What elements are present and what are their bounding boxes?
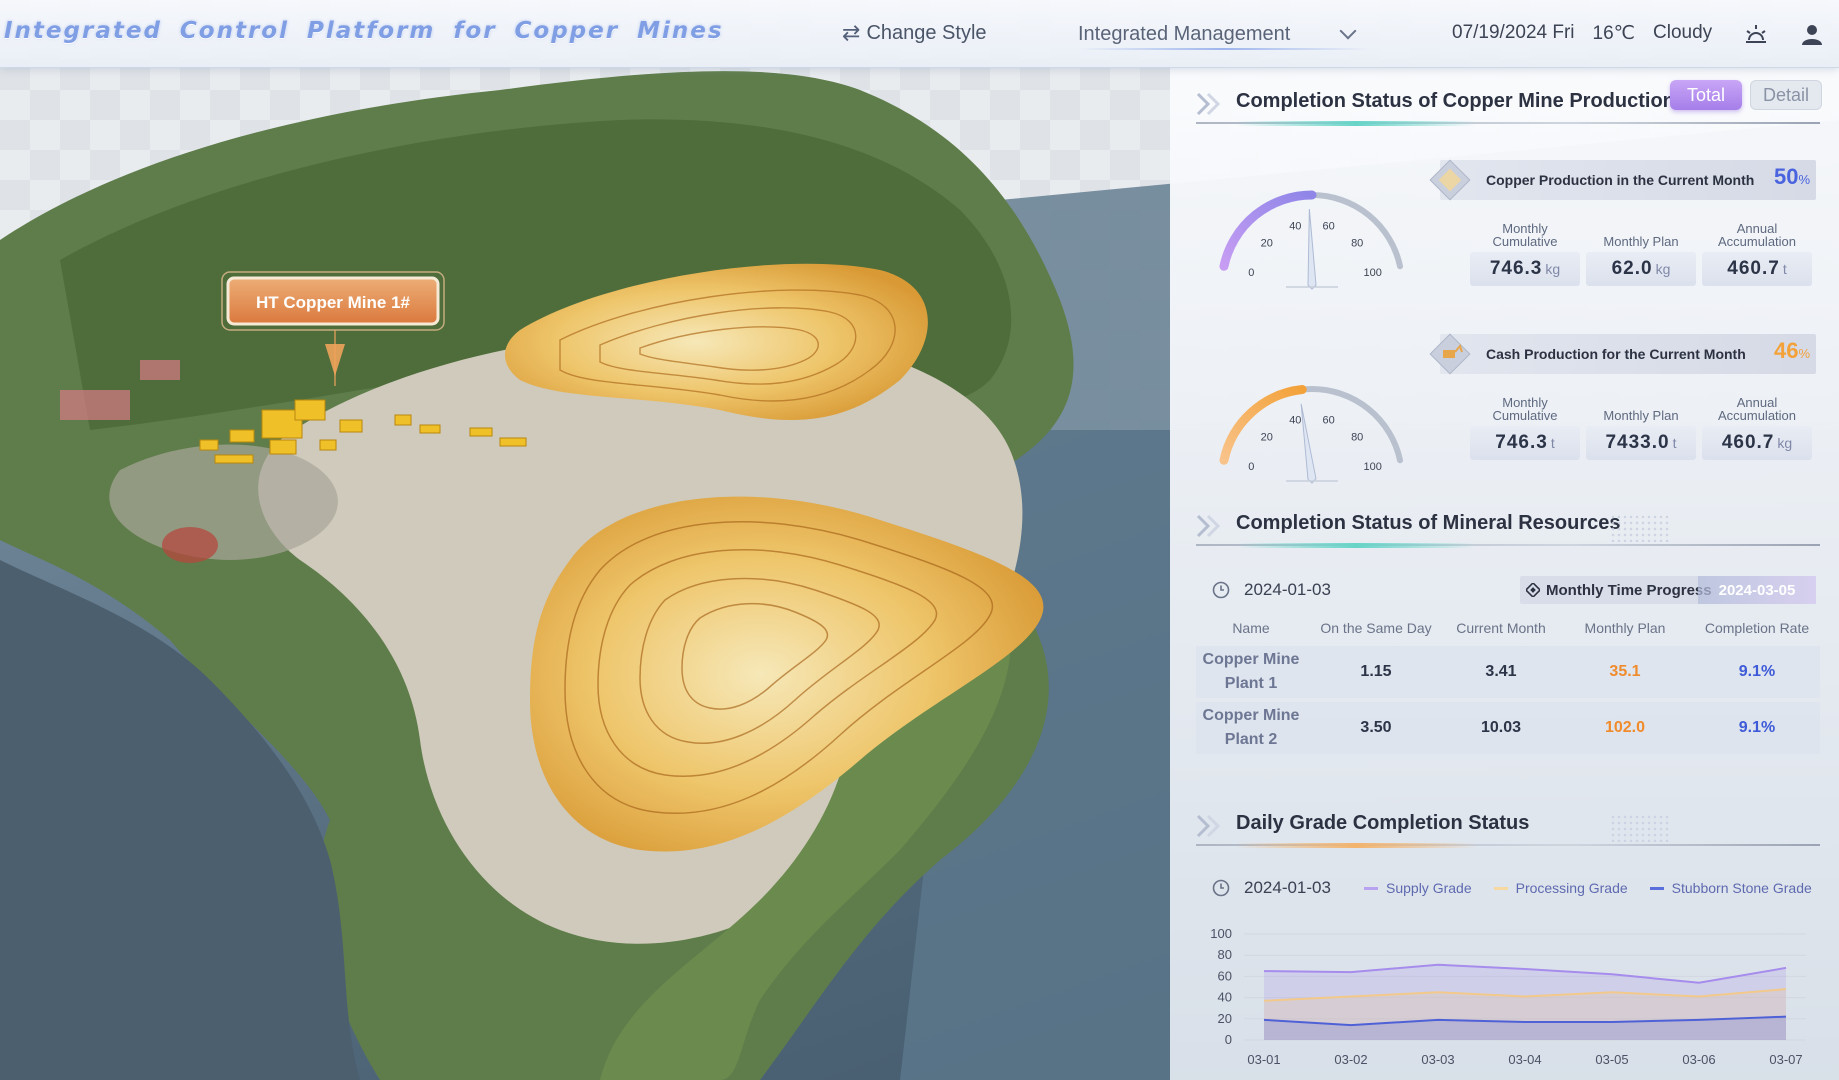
x-tick-label: 03-05 xyxy=(1595,1052,1628,1067)
table-header: Name On the Same Day Current Month Month… xyxy=(1232,620,1810,636)
copper-stat-monthly-cumulative: Monthly Cumulative 746.3 kg xyxy=(1470,220,1580,312)
copper-ore-icon xyxy=(1429,159,1471,201)
x-tick-label: 03-06 xyxy=(1682,1052,1715,1067)
excavator-icon xyxy=(1429,333,1471,375)
clock-icon xyxy=(1212,581,1230,599)
chart-legend: Supply Grade Processing Grade Stubborn S… xyxy=(1364,880,1812,896)
copper-gauge-tick: 100 xyxy=(1363,267,1381,279)
section-header-minerals: Completion Status of Mineral Resources xyxy=(1196,506,1820,548)
diamond-icon xyxy=(1526,583,1540,597)
app-title: Integrated Control Platform for Copper M… xyxy=(4,18,724,44)
x-tick-label: 03-07 xyxy=(1769,1052,1802,1067)
cash-gauge-tick: 100 xyxy=(1363,461,1381,473)
cash-gauge-tick: 0 xyxy=(1248,461,1254,473)
user-icon[interactable] xyxy=(1800,22,1824,46)
copper-metric-header: Copper Production in the Current Month 5… xyxy=(1429,159,1816,201)
datetime-weather: 07/19/2024 Fri 16℃ Cloudy xyxy=(1452,22,1712,45)
monthly-time-progress: Monthly Time Progress 2024-03-05 xyxy=(1520,576,1816,604)
clock-icon xyxy=(1212,879,1230,897)
section-title: Completion Status of Copper Mine Product… xyxy=(1236,90,1675,112)
copper-percent: 50% xyxy=(1773,164,1810,189)
cash-gauge-tick: 40 xyxy=(1289,414,1301,426)
x-tick-label: 03-02 xyxy=(1334,1052,1367,1067)
legend-item[interactable]: Supply Grade xyxy=(1364,880,1472,896)
x-tick-label: 03-03 xyxy=(1421,1052,1454,1067)
y-tick-label: 20 xyxy=(1218,1011,1232,1026)
y-tick-label: 0 xyxy=(1225,1032,1232,1047)
swap-icon: ⇄ xyxy=(842,20,861,45)
cash-gauge-tick: 20 xyxy=(1261,432,1273,444)
top-bar: Integrated Control Platform for Copper M… xyxy=(0,0,1839,68)
cash-stat-monthly-plan: Monthly Plan 7433.0 t xyxy=(1586,394,1696,486)
cash-percent: 46% xyxy=(1773,338,1810,363)
copper-stat-monthly-plan: Monthly Plan 62.0 kg xyxy=(1586,220,1696,312)
legend-item[interactable]: Processing Grade xyxy=(1493,880,1628,896)
table-row[interactable]: Copper Mine Plant 1 1.15 3.41 35.1 9.1% xyxy=(1196,646,1820,698)
cash-stat-monthly-cumulative: Monthly Cumulative 746.3 t xyxy=(1470,394,1580,486)
copper-gauge: 0 20 40 60 80 100 xyxy=(1200,150,1420,300)
cash-metric-header: Cash Production for the Current Month 46… xyxy=(1429,333,1816,375)
table-row[interactable]: Copper Mine Plant 2 3.50 10.03 102.0 9.1… xyxy=(1196,702,1820,754)
legend-item[interactable]: Stubborn Stone Grade xyxy=(1649,880,1812,896)
toggle-total-button[interactable]: Total xyxy=(1670,80,1742,110)
current-date: 07/19/2024 Fri xyxy=(1452,22,1575,43)
x-tick-label: 03-04 xyxy=(1508,1052,1541,1067)
cash-gauge-tick: 60 xyxy=(1323,414,1335,426)
copper-gauge-tick: 60 xyxy=(1323,220,1335,232)
section-title: Daily Grade Completion Status xyxy=(1236,812,1530,834)
double-chevron-icon xyxy=(1196,92,1221,116)
minerals-date: 2024-01-03 xyxy=(1244,580,1331,599)
grade-date: 2024-01-03 xyxy=(1244,878,1331,897)
copper-gauge-needle xyxy=(1307,209,1317,290)
cash-gauge: 0 20 40 60 80 100 xyxy=(1200,344,1420,494)
weather-text: Cloudy xyxy=(1653,22,1713,43)
sun-icon[interactable] xyxy=(1742,20,1770,48)
y-tick-label: 80 xyxy=(1218,947,1232,962)
section-title: Completion Status of Mineral Resources xyxy=(1236,512,1621,534)
management-dropdown[interactable]: Integrated Management xyxy=(1078,20,1368,50)
y-tick-label: 40 xyxy=(1218,990,1232,1005)
double-chevron-icon xyxy=(1196,814,1221,838)
copper-stat-annual-accumulation: Annual Accumulation 460.7 t xyxy=(1702,220,1812,312)
copper-gauge-tick: 20 xyxy=(1261,238,1273,250)
minerals-date-row[interactable]: 2024-01-03 xyxy=(1212,580,1331,600)
cash-gauge-needle xyxy=(1300,403,1317,484)
y-tick-label: 100 xyxy=(1210,926,1232,941)
cash-metric-label: Cash Production for the Current Month xyxy=(1486,346,1746,362)
legend-swatch xyxy=(1493,886,1508,890)
grade-area-chart: 0 20 40 60 80 100 03-01 03-02 03-03 03-04 03-05 03-… xyxy=(1210,926,1806,1067)
cash-stat-annual-accumulation: Annual Accumulation 460.7 kg xyxy=(1702,394,1812,486)
change-style-button[interactable]: ⇄ Change Style xyxy=(842,20,987,46)
minerals-table: Name On the Same Day Current Month Month… xyxy=(1196,614,1820,754)
copper-metric-label: Copper Production in the Current Month xyxy=(1486,172,1755,188)
copper-gauge-tick: 80 xyxy=(1351,238,1363,250)
management-label: Integrated Management xyxy=(1078,22,1291,45)
toggle-detail-button[interactable]: Detail xyxy=(1750,80,1822,110)
x-tick-label: 03-01 xyxy=(1247,1052,1280,1067)
progress-date: 2024-03-05 xyxy=(1698,576,1816,604)
progress-label: Monthly Time Progress xyxy=(1546,581,1712,599)
section-header-grade: Daily Grade Completion Status xyxy=(1196,806,1820,848)
chevron-down-icon xyxy=(1339,22,1357,40)
change-style-label: Change Style xyxy=(866,21,987,44)
mine-marker-label: HT Copper Mine 1# xyxy=(256,293,411,312)
double-chevron-icon xyxy=(1196,514,1221,538)
legend-swatch xyxy=(1649,886,1664,890)
copper-gauge-tick: 40 xyxy=(1289,220,1301,232)
legend-swatch xyxy=(1364,886,1378,890)
grade-date-row[interactable]: 2024-01-03 xyxy=(1212,878,1331,898)
y-tick-label: 60 xyxy=(1218,968,1232,983)
temperature: 16℃ xyxy=(1592,23,1636,44)
cash-gauge-tick: 80 xyxy=(1351,432,1363,444)
copper-gauge-tick: 0 xyxy=(1248,267,1254,279)
